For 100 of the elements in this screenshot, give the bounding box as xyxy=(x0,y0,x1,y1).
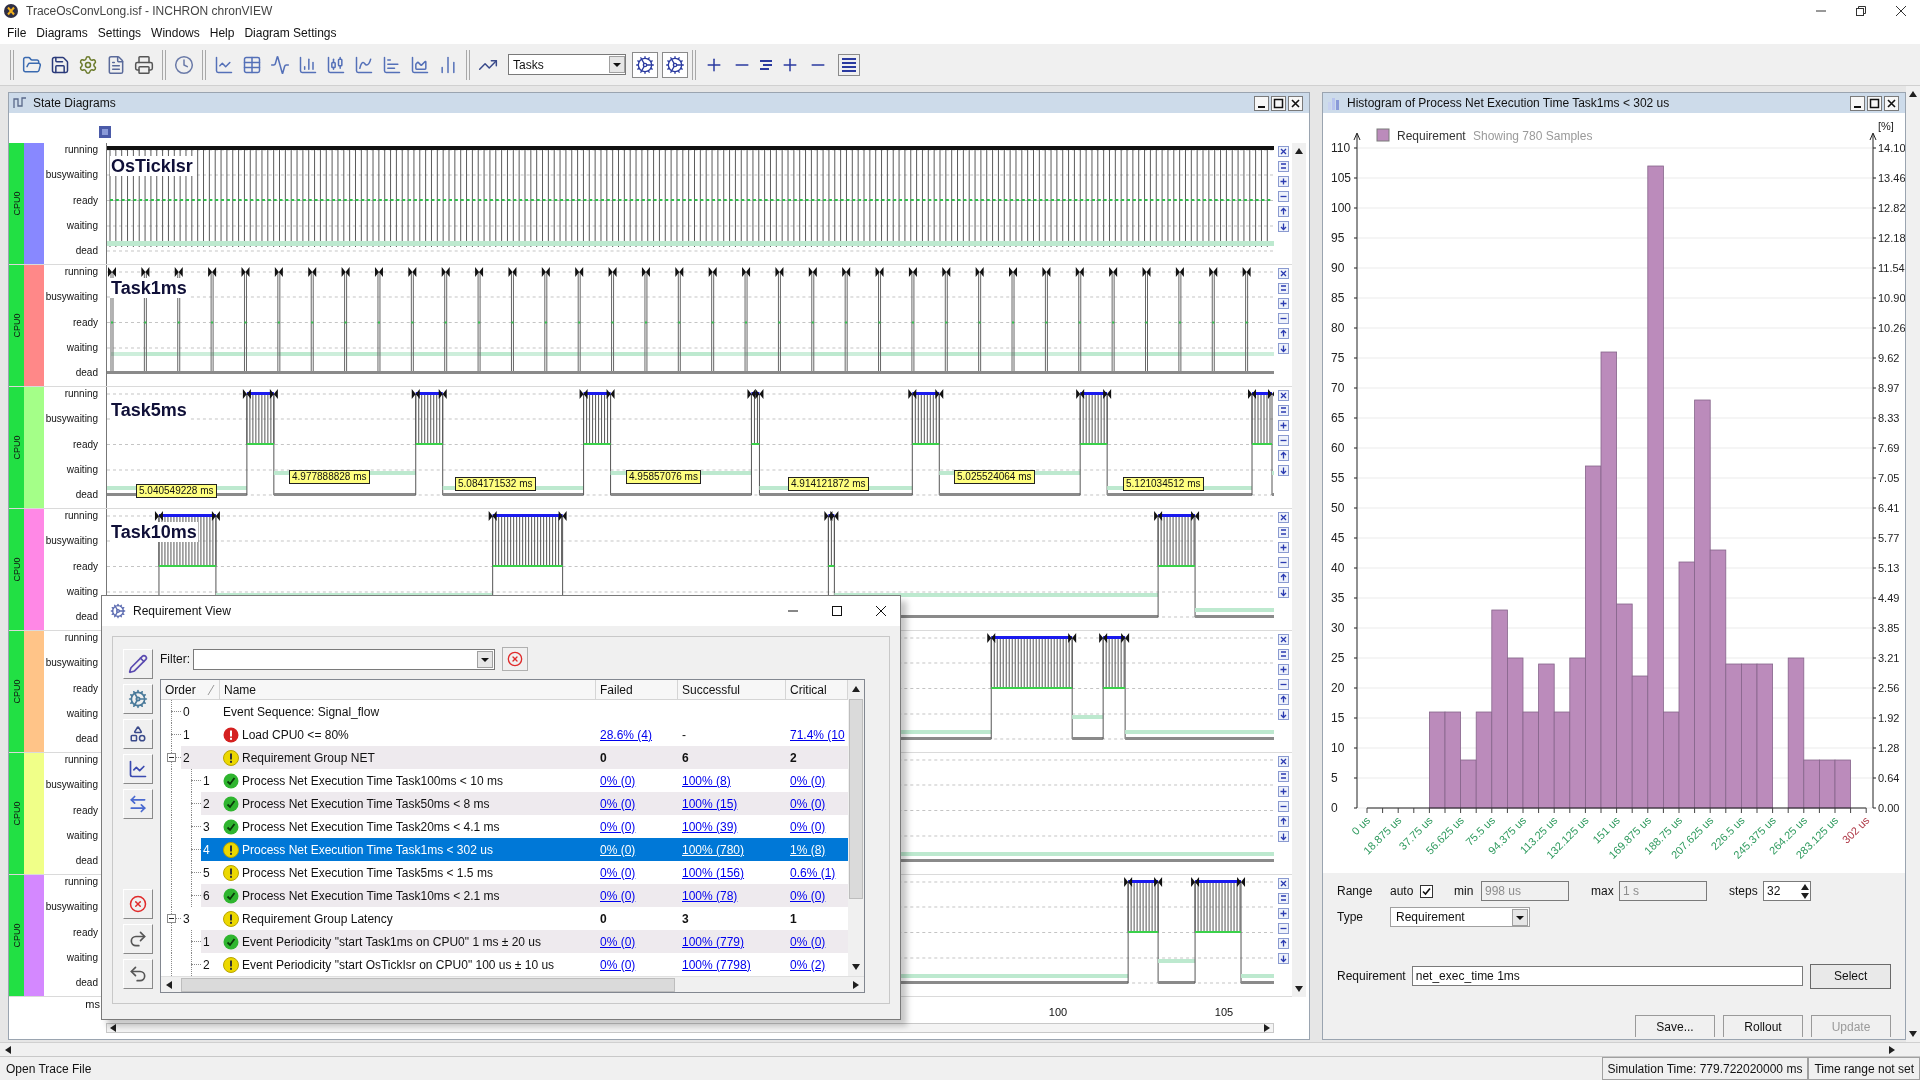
candlestick-chart-icon[interactable] xyxy=(326,54,346,75)
requirement-row[interactable]: 1 Event Periodicity "start Task1ms on CPU0" 1 ms ± 20 us 0% (0) 100% (779) 0% (0) xyxy=(201,930,848,953)
gear-icon[interactable] xyxy=(78,54,98,75)
successful-link[interactable]: 100% (8) xyxy=(682,773,731,788)
critical-link[interactable]: 71.4% (10 xyxy=(790,727,845,742)
menu-item[interactable]: File xyxy=(2,24,32,42)
critical-link[interactable]: 0% (2) xyxy=(790,957,826,972)
cross-icon[interactable] xyxy=(1277,146,1289,157)
edit-button[interactable] xyxy=(123,649,153,679)
document-icon[interactable] xyxy=(106,54,126,75)
cross-icon[interactable] xyxy=(1277,268,1289,279)
minus-icon[interactable] xyxy=(1277,771,1289,782)
up-arrow-icon[interactable] xyxy=(1277,816,1289,827)
requirement-row[interactable]: 4 Process Net Execution Time Task1ms < 302 us 0% (0) 100% (780) 1% (8) xyxy=(201,838,848,861)
minus-icon[interactable] xyxy=(1277,191,1289,202)
critical-link[interactable]: 1% (8) xyxy=(790,842,826,857)
critical-link[interactable]: 0% (0) xyxy=(790,796,826,811)
up-arrow-icon[interactable] xyxy=(1277,694,1289,705)
steps-spinner[interactable]: 32 xyxy=(1763,881,1811,901)
area-chart-icon[interactable] xyxy=(410,54,430,75)
minus-icon[interactable] xyxy=(1277,557,1289,568)
critical-link[interactable]: 0% (0) xyxy=(790,773,826,788)
minus-icon[interactable] xyxy=(1277,801,1289,812)
scroll-left-icon[interactable] xyxy=(109,1024,117,1032)
action-button[interactable]: Save... xyxy=(1635,1015,1715,1037)
failed-link[interactable]: 0% (0) xyxy=(600,819,636,834)
scroll-down-icon[interactable] xyxy=(1909,1030,1917,1038)
failed-link[interactable]: 0% (0) xyxy=(600,957,636,972)
menu-item[interactable]: Windows xyxy=(146,24,205,42)
successful-link[interactable]: 100% (156) xyxy=(682,865,745,880)
clear-filter-button[interactable] xyxy=(502,647,528,671)
undo-button[interactable] xyxy=(123,959,153,989)
scroll-right-icon[interactable] xyxy=(1263,1024,1271,1032)
redo-button[interactable] xyxy=(123,924,153,954)
spin-up-icon[interactable] xyxy=(1801,882,1809,891)
menu-item[interactable]: Settings xyxy=(92,24,147,42)
minus-icon[interactable] xyxy=(1277,679,1289,690)
minimize-icon[interactable] xyxy=(1254,95,1269,111)
successful-link[interactable]: 100% (39) xyxy=(682,819,738,834)
bar-chart-icon[interactable] xyxy=(382,54,402,75)
close-icon[interactable] xyxy=(1288,95,1303,111)
close-icon[interactable] xyxy=(876,606,886,616)
scroll-right-icon[interactable] xyxy=(1888,1045,1896,1054)
critical-link[interactable]: 0% (0) xyxy=(790,819,826,834)
menu-item[interactable]: Help xyxy=(204,24,240,42)
successful-link[interactable]: 100% (779) xyxy=(682,934,745,949)
critical-link[interactable]: 0% (0) xyxy=(790,934,826,949)
plus-icon[interactable] xyxy=(1277,420,1289,431)
successful-link[interactable]: 100% (7798) xyxy=(682,957,751,972)
minimize-icon[interactable] xyxy=(1850,95,1865,111)
cross-icon[interactable] xyxy=(1277,390,1289,401)
up-arrow-icon[interactable] xyxy=(1277,450,1289,461)
scroll-down-icon[interactable] xyxy=(1295,985,1303,993)
shapes-button[interactable] xyxy=(123,719,153,749)
minus-icon[interactable] xyxy=(1277,923,1289,934)
requirement-row[interactable]: 6 Process Net Execution Time Task10ms < 2.1 ms 0% (0) 100% (78) 0% (0) xyxy=(201,884,848,907)
successful-link[interactable]: 100% (780) xyxy=(682,842,745,857)
requirement-row[interactable]: 2 Requirement Group NET 0 6 2 xyxy=(181,746,848,769)
down-arrow-icon[interactable] xyxy=(1277,587,1289,598)
square-marker-icon[interactable] xyxy=(99,126,111,138)
failed-link[interactable]: 0% (0) xyxy=(600,865,636,880)
requirement-field[interactable]: net_exec_time 1ms xyxy=(1411,966,1804,986)
scroll-down-icon[interactable] xyxy=(852,963,860,971)
failed-link[interactable]: 0% (0) xyxy=(600,888,636,903)
close-icon[interactable] xyxy=(1884,95,1899,111)
gear-icon[interactable] xyxy=(662,51,688,78)
collapse-icon[interactable] xyxy=(167,753,176,762)
close-icon[interactable] xyxy=(1896,6,1906,16)
plus-icon[interactable] xyxy=(1277,786,1289,797)
failed-link[interactable]: 0% (0) xyxy=(600,773,636,788)
delete-button[interactable] xyxy=(123,889,153,919)
gears-button[interactable] xyxy=(123,684,153,714)
menu-item[interactable]: Diagram Settings xyxy=(239,24,342,42)
requirement-row[interactable]: 2 Process Net Execution Time Task50ms < 8 ms 0% (0) 100% (15) 0% (0) xyxy=(201,792,848,815)
select-button[interactable]: Select xyxy=(1810,963,1891,989)
minus-icon[interactable] xyxy=(1277,527,1289,538)
plus-icon[interactable] xyxy=(1277,542,1289,553)
cross-icon[interactable] xyxy=(1277,756,1289,767)
curve-chart-icon[interactable] xyxy=(354,54,374,75)
type-select[interactable]: Requirement xyxy=(1390,907,1530,927)
gear-icon[interactable] xyxy=(632,51,658,78)
folder-icon[interactable] xyxy=(22,54,42,75)
maximize-icon[interactable] xyxy=(832,606,842,616)
chart-button[interactable] xyxy=(123,754,153,784)
scroll-up-icon[interactable] xyxy=(1295,147,1303,155)
minus-icon[interactable] xyxy=(1277,283,1289,294)
failed-link[interactable]: 0% (0) xyxy=(600,934,636,949)
printer-icon[interactable] xyxy=(134,54,154,75)
failed-link[interactable]: 0% (0) xyxy=(600,796,636,811)
action-button[interactable]: Rollout xyxy=(1723,1015,1803,1037)
scroll-left-icon[interactable] xyxy=(165,980,173,989)
plus-icon[interactable] xyxy=(1277,176,1289,187)
scroll-right-icon[interactable] xyxy=(852,980,860,989)
collapse-icon[interactable] xyxy=(167,914,176,923)
scroll-up-icon[interactable] xyxy=(1909,90,1917,98)
cross-icon[interactable] xyxy=(1277,634,1289,645)
up-arrow-icon[interactable] xyxy=(1277,572,1289,583)
down-arrow-icon[interactable] xyxy=(1277,831,1289,842)
column-header[interactable]: Successful xyxy=(678,680,786,699)
minus-icon[interactable] xyxy=(1277,313,1289,324)
